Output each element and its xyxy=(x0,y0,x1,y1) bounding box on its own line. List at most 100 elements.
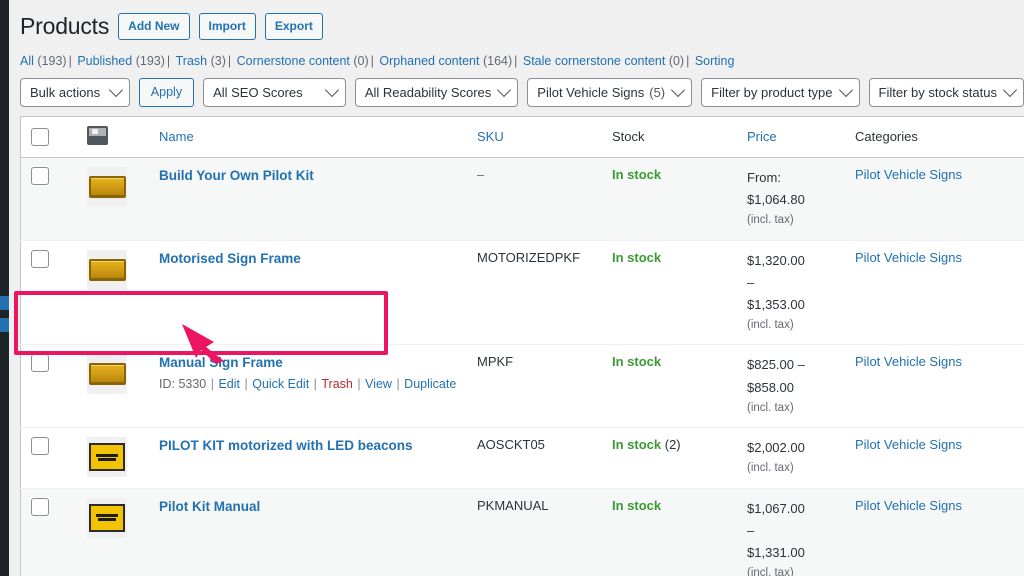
status-link-sorting-anchor[interactable]: Sorting xyxy=(695,54,735,68)
status-link-stale[interactable]: Stale cornerstone content (0) xyxy=(523,54,684,68)
status-link-all[interactable]: All (193) xyxy=(20,54,67,68)
duplicate-link[interactable]: Duplicate xyxy=(404,377,456,391)
chevron-down-icon xyxy=(838,83,853,98)
separator: | xyxy=(370,53,374,68)
row-sku-cell: PKMANUAL xyxy=(467,487,602,576)
category-link[interactable]: Pilot Vehicle Signs xyxy=(855,437,962,452)
select-all-checkbox-top[interactable] xyxy=(31,127,49,146)
price-line: $825.00 – xyxy=(747,357,805,373)
stock-status-select[interactable]: Filter by stock status xyxy=(868,77,1024,107)
status-link-published[interactable]: Published (193) xyxy=(77,54,165,68)
edit-link[interactable]: Edit xyxy=(218,377,240,391)
export-button[interactable]: Export xyxy=(264,13,323,41)
product-title-link[interactable]: Pilot Kit Manual xyxy=(159,498,260,517)
apply-button-top[interactable]: Apply xyxy=(138,77,195,107)
status-count-trash: (3) xyxy=(210,53,226,68)
stock-badge: In stock xyxy=(612,497,662,513)
row-thumbnail-cell xyxy=(77,487,149,576)
row-tags-cell: RoadBase xyxy=(1015,487,1024,576)
sku-header[interactable]: SKU xyxy=(467,116,602,158)
status-link-cornerstone-anchor[interactable]: Cornerstone content xyxy=(237,54,350,68)
table-header-row: Name SKU Stock Price Categories xyxy=(20,116,1024,158)
status-link-published-anchor[interactable]: Published xyxy=(77,54,132,68)
row-thumbnail-cell xyxy=(77,239,149,345)
category-link[interactable]: Pilot Vehicle Signs xyxy=(855,354,962,369)
row-select-cell xyxy=(20,239,77,345)
price-tax-note: (incl. tax) xyxy=(747,567,794,576)
product-type-value: Filter by product type xyxy=(711,84,833,100)
row-tags-cell: RoadBase xyxy=(1015,344,1024,428)
product-thumbnail[interactable] xyxy=(87,166,127,207)
row-checkbox[interactable] xyxy=(31,497,49,516)
price-line: $858.00 xyxy=(747,379,794,395)
sku-header-label[interactable]: SKU xyxy=(477,129,504,144)
row-checkbox[interactable] xyxy=(31,249,49,268)
sign-frame-icon xyxy=(88,175,126,198)
status-link-orphaned[interactable]: Orphaned content (164) xyxy=(379,54,512,68)
price-tax-note: (incl. tax) xyxy=(747,401,794,414)
product-thumbnail[interactable] xyxy=(87,497,127,538)
row-checkbox[interactable] xyxy=(31,437,49,456)
product-title-link[interactable]: Build Your Own Pilot Kit xyxy=(159,167,314,186)
product-sku: AOSCKT05 xyxy=(477,437,545,453)
price-line: $1,331.00 xyxy=(747,545,805,561)
product-sku: MPKF xyxy=(477,354,514,370)
readability-scores-select[interactable]: All Readability Scores xyxy=(354,77,519,107)
product-thumbnail[interactable] xyxy=(87,437,127,478)
price-header[interactable]: Price xyxy=(737,116,845,158)
table-row: Pilot Kit Manual PKMANUAL In stock $1,06… xyxy=(20,487,1024,576)
image-icon xyxy=(87,125,108,145)
page-header: Products Add New Import Export xyxy=(15,0,1024,42)
status-link-trash[interactable]: Trash (3) xyxy=(176,54,226,68)
import-button[interactable]: Import xyxy=(198,13,256,41)
separator: | xyxy=(207,377,218,392)
name-header-label[interactable]: Name xyxy=(159,129,194,144)
stock-badge: In stock xyxy=(612,249,662,265)
bulk-actions-select-top[interactable]: Bulk actions xyxy=(20,77,130,107)
category-link[interactable]: Pilot Vehicle Signs xyxy=(855,498,962,513)
price-line: $1,320.00 xyxy=(747,252,805,268)
add-new-button[interactable]: Add New xyxy=(118,13,190,41)
trash-link[interactable]: Trash xyxy=(321,377,353,391)
status-count-orphaned: (164) xyxy=(482,53,513,68)
category-link[interactable]: Pilot Vehicle Signs xyxy=(855,250,962,265)
table-row: PILOT KIT motorized with LED beacons AOS… xyxy=(20,427,1024,489)
row-tags-cell: RoadBase xyxy=(1015,427,1024,489)
category-link[interactable]: Pilot Vehicle Signs xyxy=(855,167,962,182)
row-checkbox[interactable] xyxy=(31,354,49,373)
product-type-select[interactable]: Filter by product type xyxy=(701,77,860,107)
status-count-stale: (0) xyxy=(668,53,685,68)
status-link-all-anchor[interactable]: All xyxy=(20,54,34,68)
categories-header: Categories xyxy=(845,116,1015,158)
status-link-cornerstone[interactable]: Cornerstone content (0) xyxy=(237,54,369,68)
select-all-header xyxy=(20,116,77,158)
row-price-cell: $825.00 – $858.00 (incl. tax) xyxy=(737,344,845,428)
separator: | xyxy=(227,53,232,68)
product-title-link[interactable]: Manual Sign Frame xyxy=(159,354,283,373)
status-link-sorting[interactable]: Sorting xyxy=(695,54,735,68)
seo-scores-select[interactable]: All SEO Scores xyxy=(203,77,346,107)
name-header[interactable]: Name xyxy=(149,116,467,158)
separator: | xyxy=(353,377,365,392)
price-line: From: xyxy=(747,169,781,185)
product-category-select[interactable]: Pilot Vehicle Signs (5) xyxy=(527,77,693,107)
stock-status-value: Filter by stock status xyxy=(878,84,997,100)
status-link-trash-anchor[interactable]: Trash xyxy=(176,54,208,68)
status-link-stale-anchor[interactable]: Stale cornerstone content xyxy=(523,54,665,68)
stock-header: Stock xyxy=(602,116,737,158)
status-link-orphaned-anchor[interactable]: Orphaned content xyxy=(379,54,479,68)
product-title-link[interactable]: PILOT KIT motorized with LED beacons xyxy=(159,437,413,456)
row-select-cell xyxy=(20,427,77,489)
product-thumbnail[interactable] xyxy=(87,354,127,395)
row-checkbox[interactable] xyxy=(31,166,49,185)
price-tax-note: (incl. tax) xyxy=(747,462,794,475)
admin-menu-sidebar[interactable] xyxy=(0,0,9,576)
view-link[interactable]: View xyxy=(365,377,392,391)
product-thumbnail[interactable] xyxy=(87,249,127,290)
product-title-link[interactable]: Motorised Sign Frame xyxy=(159,250,301,269)
oversize-sign-icon xyxy=(89,503,125,532)
quick-edit-link[interactable]: Quick Edit xyxy=(252,377,309,391)
product-sku: – xyxy=(477,166,485,182)
price-header-label[interactable]: Price xyxy=(747,129,777,144)
products-table: Name SKU Stock Price Categories Build Yo… xyxy=(20,115,1024,576)
